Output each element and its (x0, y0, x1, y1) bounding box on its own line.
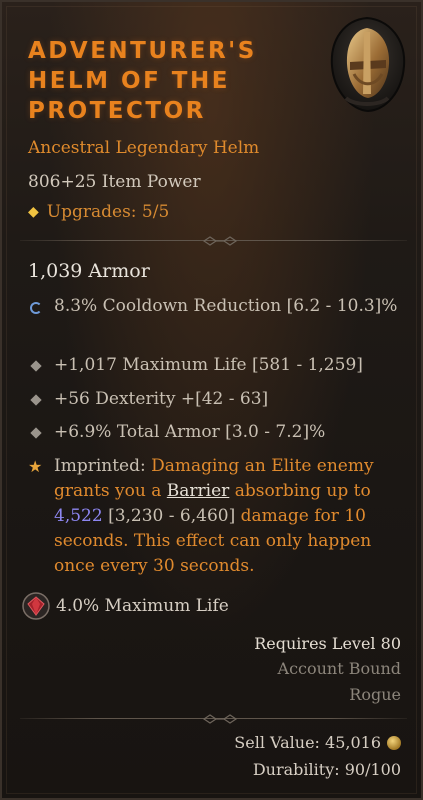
diamond-icon (30, 427, 42, 439)
sell-value: Sell Value: 45,016 (234, 733, 401, 752)
upgrades-row: ◆ Upgrades: 5/5 (28, 202, 169, 222)
affix-maximum-life: +1,017 Maximum Life [581 - 1,259] (28, 354, 398, 377)
required-level: Requires Level 80 (254, 634, 401, 653)
gold-coin-icon (387, 735, 401, 750)
divider-ornament-icon (202, 714, 238, 724)
divider (20, 712, 407, 726)
ring-icon (30, 302, 42, 314)
upgrades-text: Upgrades: 5/5 (46, 202, 170, 222)
gem-bonus-text: 4.0% Maximum Life (56, 596, 229, 616)
helm-icon (330, 16, 406, 113)
divider (20, 234, 407, 248)
upgrade-diamond-icon: ◆ (28, 204, 39, 220)
affix-total-armor: +6.9% Total Armor [3.0 - 7.2]% (28, 421, 398, 444)
item-name: Adventurer's Helm of the Protector (28, 38, 257, 124)
armor-value: 1,039 Armor (28, 260, 150, 282)
affix-cooldown: 8.3% Cooldown Reduction [6.2 - 10.3]% (28, 295, 398, 318)
class-restriction: Rogue (349, 685, 401, 704)
barrier-keyword[interactable]: Barrier (167, 481, 230, 501)
gem-icon (22, 592, 50, 620)
diamond-icon (30, 360, 42, 372)
item-type: Ancestral Legendary Helm (28, 138, 260, 158)
account-bound: Account Bound (277, 659, 401, 678)
affix-dexterity: +56 Dexterity +[42 - 63] (28, 388, 398, 411)
item-tooltip: Adventurer's Helm of the Protector Ances… (0, 0, 423, 800)
durability: Durability: 90/100 (252, 760, 401, 779)
star-icon: ★ (28, 457, 43, 476)
item-power: 806+25 Item Power (28, 172, 201, 192)
diamond-icon (30, 394, 42, 406)
divider-ornament-icon (202, 236, 238, 246)
gem-socket-row: 4.0% Maximum Life (22, 592, 229, 620)
imprinted-aspect: ★ Imprinted: Damaging an Elite enemy gra… (28, 454, 403, 579)
